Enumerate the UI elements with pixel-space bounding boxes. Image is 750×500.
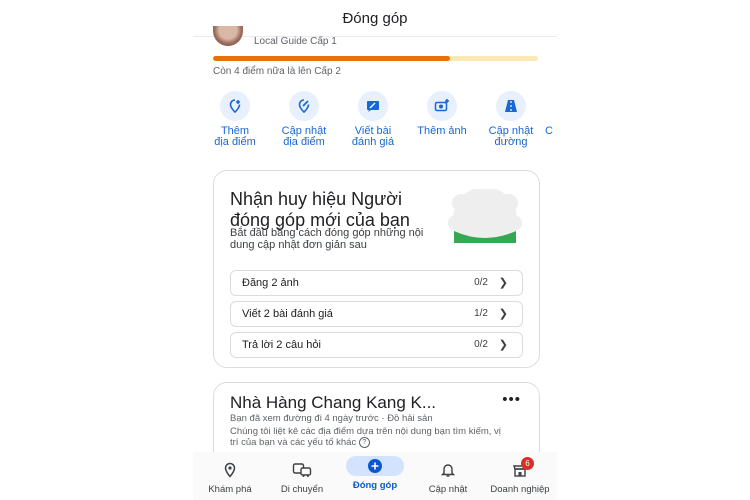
- nav-label: Đóng góp: [352, 480, 398, 491]
- chevron-right-icon: ❯: [498, 308, 508, 320]
- nav-label: Di chuyển: [280, 484, 324, 495]
- task-progress: 0/2: [474, 339, 488, 350]
- place-title: Nhà Hàng Chang Kang K...: [230, 393, 437, 412]
- chevron-right-icon: ❯: [498, 339, 508, 351]
- write-review-button[interactable]: Viết bài đánh giá: [338, 91, 408, 148]
- task-label: Đăng 2 ảnh: [242, 277, 299, 289]
- task-write-reviews[interactable]: Viết 2 bài đánh giá 1/2 ❯: [230, 301, 523, 327]
- add-photo-icon: [427, 91, 457, 121]
- place-description: Chúng tôi liệt kê các địa điểm dựa trên …: [230, 426, 505, 448]
- level-progress-bar: [213, 56, 538, 61]
- points-remaining-text: Còn 4 điểm nữa là lên Cấp 2: [213, 66, 341, 77]
- business-icon: 6: [500, 457, 540, 481]
- nav-commute[interactable]: Di chuyển: [266, 452, 338, 495]
- more-actions-partial[interactable]: C: [545, 91, 557, 137]
- badge-card-subtitle: Bắt đầu bằng cách đóng góp những nội dun…: [230, 227, 424, 251]
- add-location-icon: [220, 91, 250, 121]
- nav-explore[interactable]: Khám phá: [194, 452, 266, 495]
- nav-label: Cập nhật: [428, 484, 468, 495]
- task-answer-questions[interactable]: Trả lời 2 câu hỏi 0/2 ❯: [230, 332, 523, 358]
- add-place-label: Thêm địa điểm: [214, 125, 256, 148]
- task-post-photos[interactable]: Đăng 2 ảnh 0/2 ❯: [230, 270, 523, 296]
- edit-location-icon: [289, 91, 319, 121]
- update-road-label: Cập nhật đường: [488, 125, 534, 148]
- add-place-button[interactable]: Thêm địa điểm: [200, 91, 270, 148]
- avatar[interactable]: [213, 26, 243, 46]
- contribution-actions: Thêm địa điểm Cập nhật địa điểm Viết bài…: [193, 91, 557, 151]
- page-title: Đóng góp: [342, 10, 408, 27]
- task-progress: 0/2: [474, 277, 488, 288]
- update-place-button[interactable]: Cập nhật địa điểm: [269, 91, 339, 148]
- nav-label: Doanh nghiệp: [490, 484, 550, 495]
- local-guide-level: Local Guide Cấp 1: [254, 36, 337, 47]
- place-meta: Bạn đã xem đường đi 4 ngày trước · Đồ hả…: [230, 413, 433, 424]
- bottom-navigation: Khám phá Di chuyển Đóng góp Cập nhật 6 D…: [193, 452, 557, 500]
- header-divider: [193, 36, 557, 37]
- new-contributor-badge-card: Nhận huy hiệu Người đóng góp mới của bạn…: [213, 170, 540, 368]
- add-photo-label: Thêm ảnh: [417, 125, 467, 137]
- notification-count-badge: 6: [521, 457, 534, 470]
- nav-updates[interactable]: Cập nhật: [412, 452, 484, 495]
- nav-contribute[interactable]: Đóng góp: [339, 452, 411, 491]
- badge-card-title: Nhận huy hiệu Người đóng góp mới của bạn: [230, 189, 410, 230]
- task-progress: 1/2: [474, 308, 488, 319]
- nav-label: Khám phá: [208, 484, 252, 495]
- task-label: Trả lời 2 câu hỏi: [242, 339, 321, 351]
- add-circle-icon: [346, 456, 404, 476]
- update-place-label: Cập nhật địa điểm: [281, 125, 327, 148]
- task-label: Viết 2 bài đánh giá: [242, 308, 333, 320]
- badge-icon: [446, 189, 524, 243]
- explore-pin-icon: [210, 459, 250, 481]
- more-options-icon[interactable]: •••: [502, 391, 521, 408]
- nav-business[interactable]: 6 Doanh nghiệp: [484, 452, 556, 495]
- update-road-button[interactable]: Cập nhật đường: [476, 91, 546, 148]
- add-photo-button[interactable]: Thêm ảnh: [407, 91, 477, 137]
- level-progress-fill: [213, 56, 451, 61]
- write-review-icon: [358, 91, 388, 121]
- chevron-right-icon: ❯: [498, 277, 508, 289]
- bell-icon: [428, 459, 468, 481]
- road-icon: [496, 91, 526, 121]
- write-review-label: Viết bài đánh giá: [351, 125, 395, 148]
- app-screen: Đóng góp Local Guide Cấp 1 Còn 4 điểm nữ…: [193, 0, 557, 500]
- commute-icon: [282, 459, 322, 481]
- help-icon[interactable]: ?: [358, 437, 370, 448]
